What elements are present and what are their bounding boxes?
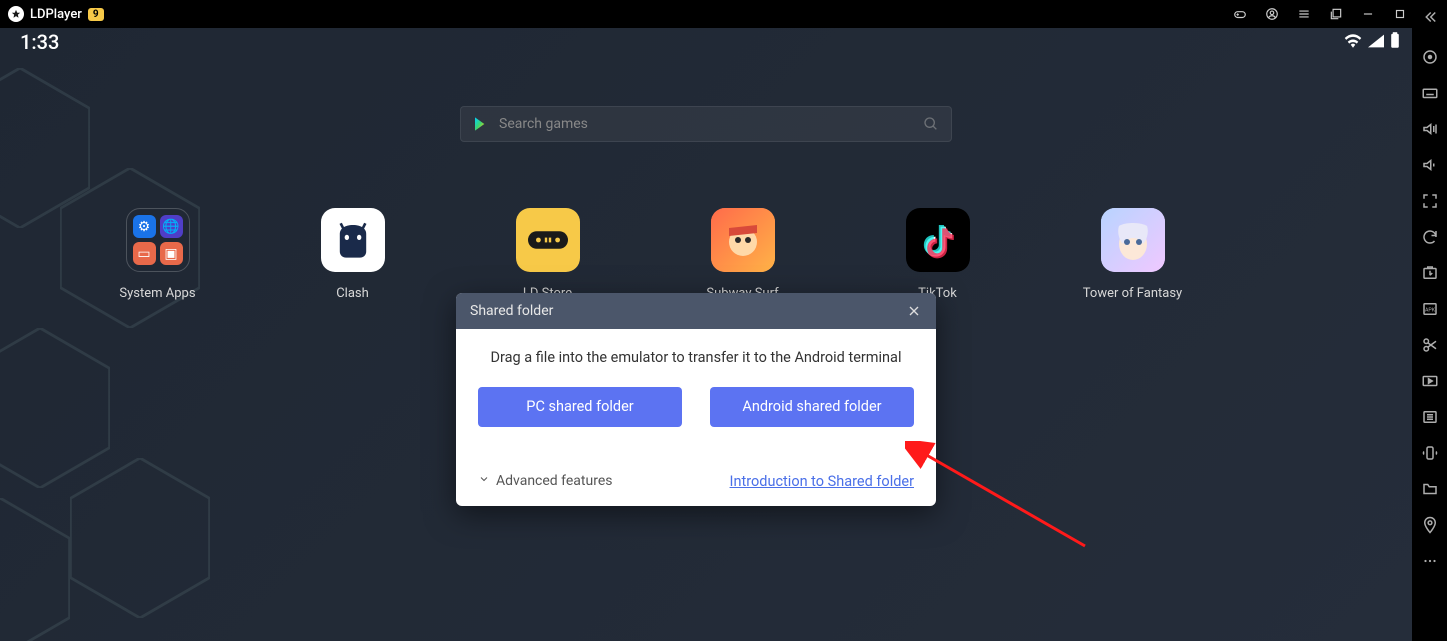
- app-tiktok[interactable]: TikTok: [840, 208, 1035, 301]
- shared-folder-dialog: Shared folder Drag a file into the emula…: [456, 293, 936, 506]
- android-shared-folder-button[interactable]: Android shared folder: [710, 387, 914, 427]
- play-store-icon: [473, 116, 489, 132]
- fullscreen-icon[interactable]: [1421, 192, 1439, 210]
- sync-icon[interactable]: [1421, 228, 1439, 246]
- app-subway-surf[interactable]: Subway Surf: [645, 208, 840, 301]
- signal-icon: [1368, 33, 1384, 52]
- app-tower-of-fantasy[interactable]: Tower of Fantasy: [1035, 208, 1230, 301]
- right-toolbar: APK: [1412, 0, 1447, 641]
- advanced-features-label: Advanced features: [496, 473, 612, 489]
- record-icon[interactable]: [1421, 372, 1439, 390]
- dialog-title: Shared folder: [470, 303, 553, 319]
- app-ld-store[interactable]: LD Store: [450, 208, 645, 301]
- minimize-icon[interactable]: [1361, 7, 1375, 21]
- tower-of-fantasy-icon: [1101, 208, 1165, 272]
- menu-icon[interactable]: [1297, 7, 1311, 21]
- volume-up-icon[interactable]: [1421, 120, 1439, 138]
- app-title: LDPlayer: [30, 7, 82, 22]
- folder-icon[interactable]: [1421, 480, 1439, 498]
- status-icons: [1344, 32, 1400, 52]
- battery-icon: [1390, 32, 1400, 52]
- version-badge: 9: [88, 8, 104, 21]
- maximize-icon[interactable]: [1393, 7, 1407, 21]
- app-label: System Apps: [119, 286, 195, 301]
- keyboard-icon[interactable]: [1421, 84, 1439, 102]
- volume-down-icon[interactable]: [1421, 156, 1439, 174]
- dialog-body: Drag a file into the emulator to transfe…: [456, 329, 936, 463]
- dialog-footer: Advanced features Introduction to Shared…: [456, 463, 936, 506]
- settings-mini-icon: ⚙: [133, 215, 156, 238]
- files-mini-icon: ▭: [133, 242, 156, 265]
- app-label: Clash: [336, 286, 369, 301]
- gamepad-icon[interactable]: [1233, 7, 1247, 21]
- collapse-toolbar-icon[interactable]: [1421, 8, 1439, 26]
- tiktok-icon: [906, 208, 970, 272]
- svg-text:APK: APK: [1424, 307, 1435, 313]
- chevron-down-icon: [478, 473, 490, 489]
- multi-window-icon[interactable]: [1329, 7, 1343, 21]
- android-statusbar: 1:33: [0, 28, 1412, 56]
- titlebar-actions: [1233, 7, 1439, 21]
- app-system-apps[interactable]: ⚙ 🌐 ▭ ▣ System Apps: [60, 208, 255, 301]
- screenshot-icon[interactable]: [1421, 264, 1439, 282]
- subway-surf-icon: [711, 208, 775, 272]
- account-icon[interactable]: [1265, 7, 1279, 21]
- titlebar: LDPlayer 9: [0, 0, 1447, 28]
- search-placeholder: Search games: [499, 116, 923, 132]
- system-apps-folder-icon: ⚙ 🌐 ▭ ▣: [126, 208, 190, 272]
- search-icon: [923, 116, 939, 132]
- location-icon[interactable]: [1421, 516, 1439, 534]
- emulator-screen: 1:33 Search games ⚙ 🌐 ▭: [0, 28, 1412, 641]
- app-logo-icon: [8, 6, 24, 22]
- wifi-icon: [1344, 33, 1362, 52]
- gallery-mini-icon: ▣: [160, 242, 183, 265]
- dialog-buttons: PC shared folder Android shared folder: [478, 387, 914, 427]
- dialog-header: Shared folder: [456, 293, 936, 329]
- globe-mini-icon: 🌐: [160, 215, 183, 238]
- dialog-close-button[interactable]: [906, 303, 922, 319]
- ldstore-icon: [516, 208, 580, 272]
- scissors-icon[interactable]: [1421, 336, 1439, 354]
- search-bar[interactable]: Search games: [460, 106, 952, 142]
- more-icon[interactable]: [1421, 552, 1439, 570]
- list-icon[interactable]: [1421, 408, 1439, 426]
- target-icon[interactable]: [1421, 48, 1439, 66]
- titlebar-left: LDPlayer 9: [8, 6, 104, 22]
- intro-shared-folder-link[interactable]: Introduction to Shared folder: [730, 473, 914, 490]
- clock: 1:33: [20, 30, 59, 54]
- apk-icon[interactable]: APK: [1421, 300, 1439, 318]
- clash-icon: [321, 208, 385, 272]
- pc-shared-folder-button[interactable]: PC shared folder: [478, 387, 682, 427]
- app-clash[interactable]: Clash: [255, 208, 450, 301]
- app-label: Tower of Fantasy: [1083, 286, 1182, 301]
- advanced-features-toggle[interactable]: Advanced features: [478, 473, 612, 489]
- apps-grid: ⚙ 🌐 ▭ ▣ System Apps Clash LD Store Subwa…: [0, 208, 1412, 301]
- shake-icon[interactable]: [1421, 444, 1439, 462]
- dialog-message: Drag a file into the emulator to transfe…: [478, 347, 914, 369]
